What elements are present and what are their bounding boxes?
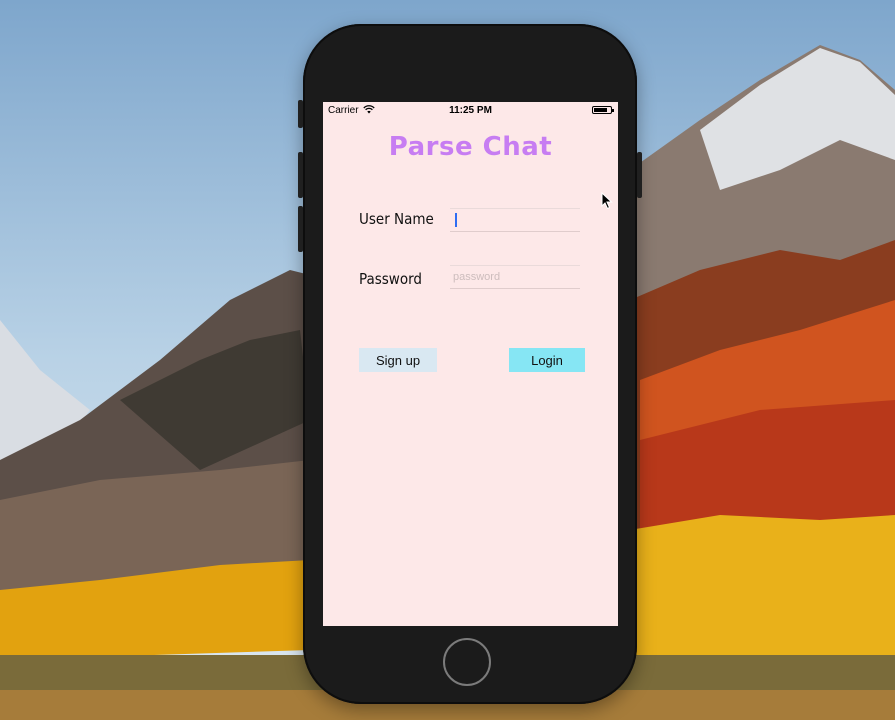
iphone-simulator: Carrier 11:25 PM Parse Chat User Name Pa… (298, 24, 642, 704)
username-input[interactable] (450, 208, 580, 232)
password-label: Password (359, 270, 422, 288)
volume-down-button (298, 206, 303, 252)
power-button (637, 152, 642, 198)
username-label: User Name (359, 210, 434, 228)
battery-icon (592, 106, 614, 114)
mouse-cursor-icon (601, 191, 613, 215)
app-title: Parse Chat (388, 132, 553, 162)
app-screen: Carrier 11:25 PM Parse Chat User Name Pa… (323, 102, 618, 626)
volume-up-button (298, 152, 303, 198)
password-input[interactable] (450, 265, 580, 289)
text-cursor (455, 213, 457, 227)
login-button[interactable]: Login (509, 348, 585, 372)
home-button[interactable] (443, 638, 491, 686)
status-bar: Carrier 11:25 PM (323, 102, 618, 120)
status-time: 11:25 PM (449, 105, 492, 116)
signup-button[interactable]: Sign up (359, 348, 437, 372)
mute-switch (298, 100, 303, 128)
